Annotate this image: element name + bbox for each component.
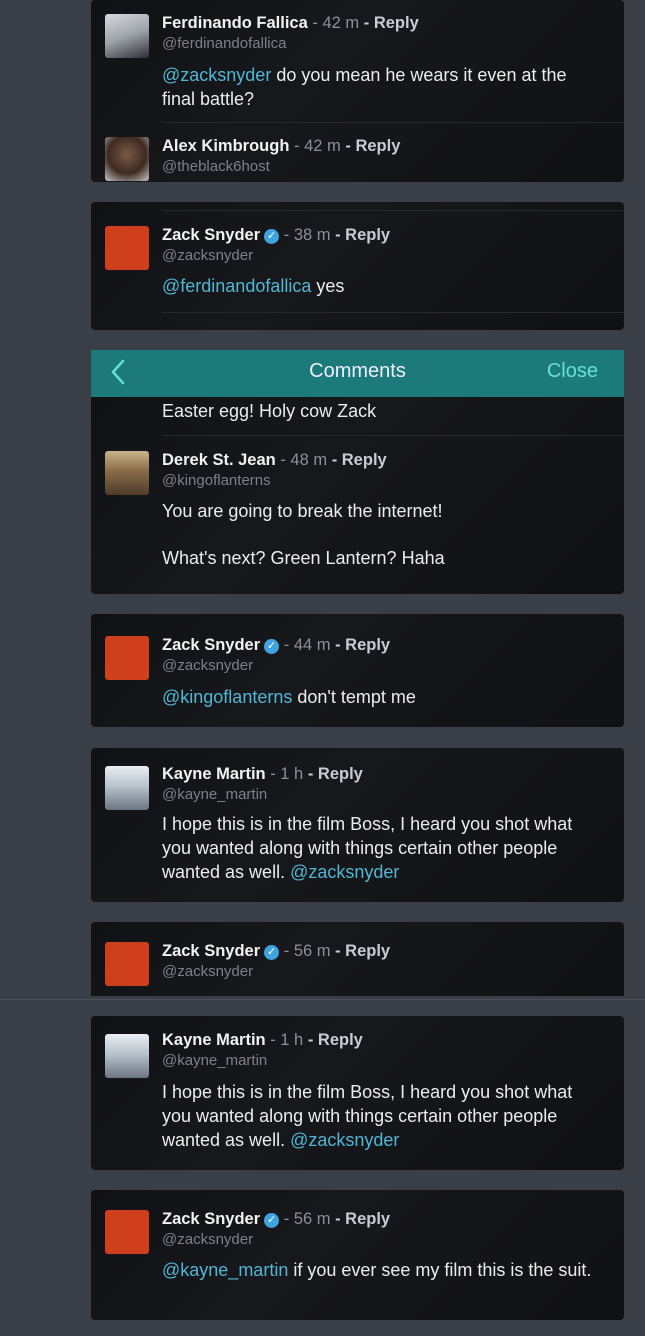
avatar[interactable]: [105, 1210, 149, 1254]
timestamp: - 48 m: [280, 451, 328, 469]
page-title: Comments: [309, 360, 406, 382]
close-button[interactable]: Close: [547, 360, 598, 383]
comment-text: @ferdinandofallica yes: [162, 274, 602, 298]
comment-header: Kayne Martin - 1 h - Reply: [162, 765, 363, 784]
author-name[interactable]: Alex Kimbrough: [162, 137, 289, 155]
comment-card: Zack Snyder ✓ - 56 m - Reply @zacksnyder: [91, 922, 624, 996]
comment-text: Easter egg! Holy cow Zack: [162, 401, 377, 421]
comment-header: Ferdinando Fallica - 42 m - Reply: [162, 14, 419, 33]
author-handle[interactable]: @zacksnyder: [162, 963, 253, 980]
comment-header: Kayne Martin - 1 h - Reply: [162, 1031, 363, 1050]
comment-card: Ferdinando Fallica - 42 m - Reply @ferdi…: [91, 0, 624, 182]
avatar[interactable]: [105, 636, 149, 680]
comment-header: Zack Snyder ✓ - 44 m - Reply: [162, 636, 390, 655]
author-name[interactable]: Zack Snyder: [162, 636, 260, 654]
comment-text: @kayne_martin if you ever see my film th…: [162, 1258, 602, 1282]
comment-text: @zacksnyder do you mean he wears it even…: [162, 63, 602, 111]
verified-badge-icon: ✓: [264, 945, 280, 960]
comment-card: Zack Snyder ✓ - 38 m - Reply @zacksnyder …: [91, 202, 624, 330]
author-handle[interactable]: @zacksnyder: [162, 657, 253, 674]
comment-header: Zack Snyder ✓ - 38 m - Reply: [162, 226, 390, 245]
reply-link[interactable]: - Reply: [308, 765, 363, 783]
author-handle[interactable]: @theblack6host: [162, 158, 270, 175]
comment-header: Alex Kimbrough - 42 m - Reply: [162, 137, 400, 156]
reply-link[interactable]: - Reply: [335, 942, 390, 960]
divider: [162, 435, 624, 436]
reply-link[interactable]: - Reply: [345, 137, 400, 155]
timestamp: - 44 m: [283, 636, 331, 654]
mention-link[interactable]: @kingoflanterns: [162, 687, 292, 707]
comment-header: Zack Snyder ✓ - 56 m - Reply: [162, 942, 390, 961]
reply-link[interactable]: - Reply: [335, 636, 390, 654]
author-handle[interactable]: @kingoflanterns: [162, 472, 271, 489]
author-name[interactable]: Ferdinando Fallica: [162, 14, 308, 32]
divider: [162, 122, 624, 123]
author-handle[interactable]: @kayne_martin: [162, 786, 267, 803]
comment-body: if you ever see my film this is the suit…: [288, 1260, 592, 1280]
reply-link[interactable]: - Reply: [308, 1031, 363, 1049]
author-handle[interactable]: @zacksnyder: [162, 247, 253, 264]
avatar[interactable]: [105, 451, 149, 495]
author-name[interactable]: Kayne Martin: [162, 765, 266, 783]
comment-header: Derek St. Jean - 48 m - Reply: [162, 451, 387, 470]
comment-text: What's next? Green Lantern? Haha: [162, 548, 445, 568]
comment-card: Easter egg! Holy cow Zack Derek St. Jean…: [91, 397, 624, 594]
author-name[interactable]: Derek St. Jean: [162, 451, 276, 469]
avatar[interactable]: [105, 942, 149, 986]
screenshot-divider: [0, 999, 645, 1000]
comment-body: yes: [311, 276, 345, 296]
comment-card: Zack Snyder ✓ - 56 m - Reply @zacksnyder …: [91, 1190, 624, 1320]
mention-link[interactable]: @zacksnyder: [290, 862, 399, 882]
comment-text: You are going to break the internet!: [162, 501, 443, 521]
divider: [162, 312, 624, 313]
divider: [162, 210, 624, 211]
mention-link[interactable]: @zacksnyder: [290, 1130, 399, 1150]
avatar[interactable]: [105, 14, 149, 58]
comment-text: I hope this is in the film Boss, I heard…: [162, 812, 602, 884]
comment-card: Zack Snyder ✓ - 44 m - Reply @zacksnyder …: [91, 614, 624, 727]
comment-card: Kayne Martin - 1 h - Reply @kayne_martin…: [91, 748, 624, 902]
timestamp: - 42 m: [312, 14, 360, 32]
author-handle[interactable]: @zacksnyder: [162, 1231, 253, 1248]
comment-card: Kayne Martin - 1 h - Reply @kayne_martin…: [91, 1016, 624, 1170]
reply-link[interactable]: - Reply: [364, 14, 419, 32]
author-name[interactable]: Kayne Martin: [162, 1031, 266, 1049]
author-handle[interactable]: @kayne_martin: [162, 1052, 267, 1069]
author-name[interactable]: Zack Snyder: [162, 226, 260, 244]
timestamp: - 1 h: [270, 1031, 304, 1049]
mention-link[interactable]: @kayne_martin: [162, 1260, 288, 1280]
author-name[interactable]: Zack Snyder: [162, 942, 260, 960]
reply-link[interactable]: - Reply: [335, 226, 390, 244]
comment-text: I hope this is in the film Boss, I heard…: [162, 1080, 602, 1152]
comment-body: don't tempt me: [292, 687, 416, 707]
timestamp: - 56 m: [283, 1210, 331, 1228]
verified-badge-icon: ✓: [264, 639, 280, 654]
avatar[interactable]: [105, 1034, 149, 1078]
timestamp: - 56 m: [283, 942, 331, 960]
avatar[interactable]: [105, 137, 149, 181]
comments-header-bar: Comments Close: [91, 350, 624, 397]
comment-text: @kingoflanterns don't tempt me: [162, 685, 602, 709]
timestamp: - 1 h: [270, 765, 304, 783]
mention-link[interactable]: @zacksnyder: [162, 65, 271, 85]
comment-header: Zack Snyder ✓ - 56 m - Reply: [162, 1210, 390, 1229]
timestamp: - 38 m: [283, 226, 331, 244]
avatar[interactable]: [105, 226, 149, 270]
author-name[interactable]: Zack Snyder: [162, 1210, 260, 1228]
reply-link[interactable]: - Reply: [332, 451, 387, 469]
verified-badge-icon: ✓: [264, 1213, 280, 1228]
verified-badge-icon: ✓: [264, 229, 280, 244]
mention-link[interactable]: @ferdinandofallica: [162, 276, 311, 296]
timestamp: - 42 m: [294, 137, 341, 155]
author-handle[interactable]: @ferdinandofallica: [162, 35, 286, 52]
avatar[interactable]: [105, 766, 149, 810]
reply-link[interactable]: - Reply: [335, 1210, 390, 1228]
